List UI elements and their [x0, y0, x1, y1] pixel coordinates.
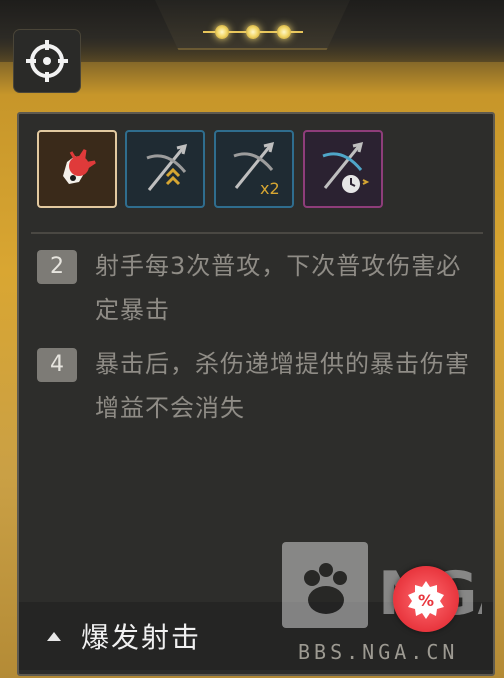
skill-burst-icon — [63, 149, 96, 184]
bow-arrows-icon — [146, 143, 188, 191]
page-dot — [246, 25, 260, 39]
skill-slot-burst[interactable] — [37, 130, 117, 208]
skill-slot-clock[interactable] — [303, 130, 383, 208]
effect-level-badge: 4 — [37, 348, 77, 382]
skill-slot-arrows[interactable] — [125, 130, 205, 208]
page-dots — [203, 22, 303, 42]
page-dot — [215, 25, 229, 39]
target-button[interactable] — [14, 30, 80, 92]
divider — [31, 232, 483, 234]
page-dot — [277, 25, 291, 39]
skill-slot-x2[interactable]: x2 — [214, 130, 294, 208]
watermark-text: BBS.NGA.CN — [298, 640, 459, 664]
percent-badge-icon: % — [408, 581, 444, 619]
effect-description: 暴击后，杀伤递增提供的暴击伤害增益不会消失 — [95, 350, 470, 422]
target-icon — [26, 40, 68, 82]
badge-symbol: % — [418, 591, 434, 610]
percent-badge-button[interactable]: % — [393, 566, 459, 632]
caret-up-icon — [47, 632, 61, 641]
effect-description: 射手每3次普攻，下次普攻伤害必定暴击 — [95, 252, 462, 324]
svg-text:x2: x2 — [260, 179, 280, 198]
skill-title: 爆发射击 — [81, 621, 202, 654]
bow-x2-icon: x2 — [233, 141, 280, 198]
effect-level-badge: 2 — [37, 250, 77, 284]
bow-clock-icon — [322, 141, 370, 193]
